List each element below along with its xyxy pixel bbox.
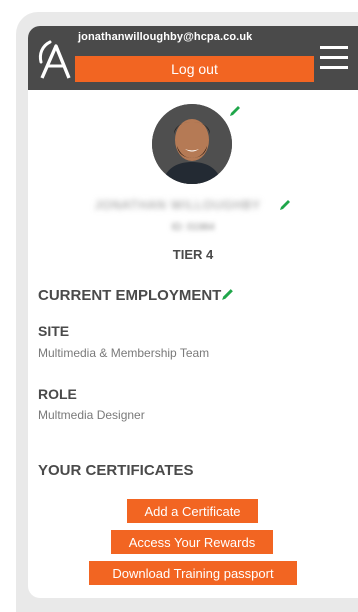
certificates-title: YOUR CERTIFICATES bbox=[38, 462, 194, 479]
edit-name-pencil-icon[interactable] bbox=[278, 198, 292, 212]
edit-photo-pencil-icon[interactable] bbox=[228, 104, 242, 118]
employment-title: CURRENT EMPLOYMENT bbox=[38, 287, 222, 304]
download-passport-button[interactable]: Download Training passport bbox=[89, 561, 297, 585]
user-email: jonathanwilloughby@hcpa.co.uk bbox=[78, 31, 253, 43]
logout-button[interactable]: Log out bbox=[75, 56, 314, 82]
avatar bbox=[152, 104, 232, 184]
add-certificate-button[interactable]: Add a Certificate bbox=[127, 499, 258, 523]
profile-id: ID: 01984 bbox=[171, 222, 215, 233]
ca-logo-icon[interactable] bbox=[36, 38, 74, 82]
role-label: ROLE bbox=[38, 386, 77, 402]
app-header: jonathanwilloughby@hcpa.co.uk Log out bbox=[28, 26, 358, 90]
access-rewards-button[interactable]: Access Your Rewards bbox=[111, 530, 273, 554]
edit-employment-pencil-icon[interactable] bbox=[220, 287, 235, 302]
app-screen: jonathanwilloughby@hcpa.co.uk Log out JO… bbox=[28, 26, 358, 598]
site-value: Multimedia & Membership Team bbox=[38, 346, 210, 360]
site-label: SITE bbox=[38, 323, 70, 339]
role-value: Multmedia Designer bbox=[38, 408, 145, 422]
tier-badge: TIER 4 bbox=[172, 247, 214, 262]
avatar-portrait bbox=[152, 104, 232, 184]
hamburger-menu-icon[interactable] bbox=[320, 46, 348, 70]
